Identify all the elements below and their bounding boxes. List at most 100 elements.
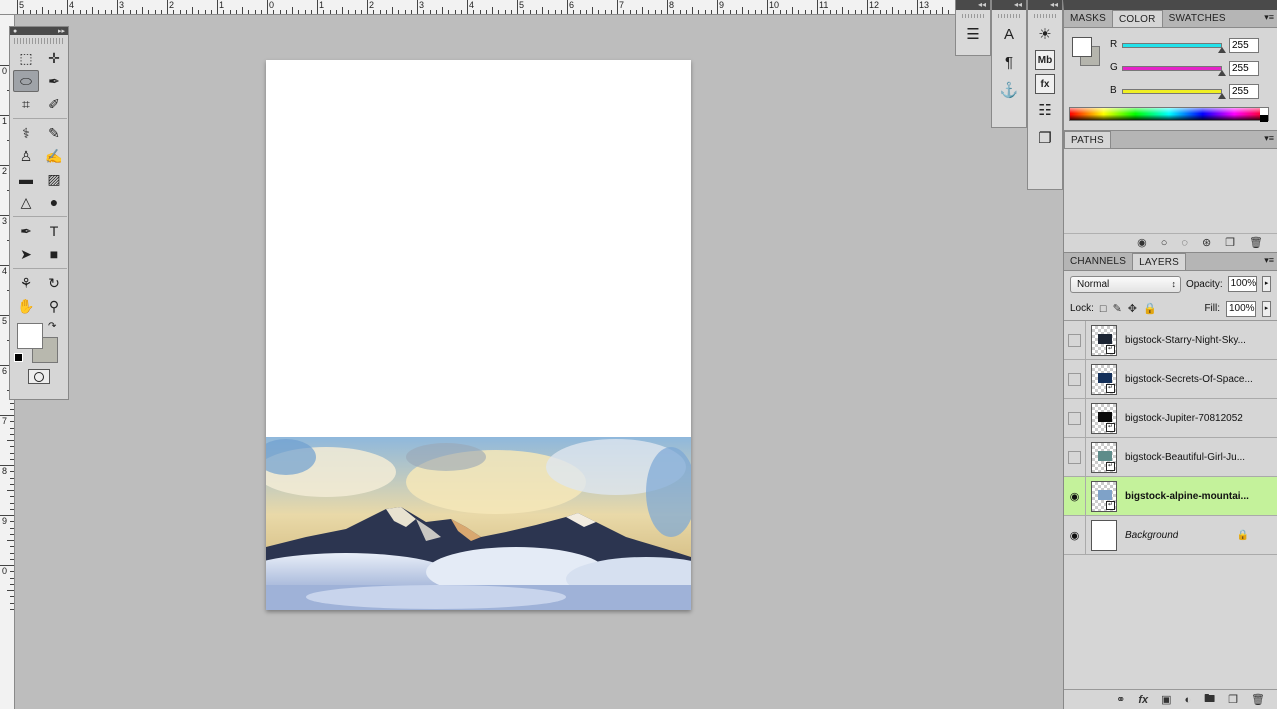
character-panel-icon[interactable]: A xyxy=(996,22,1022,46)
slider-thumb-icon[interactable] xyxy=(1218,93,1226,99)
opacity-input[interactable]: 100% xyxy=(1227,276,1258,292)
slider-thumb-icon[interactable] xyxy=(1218,47,1226,53)
dodge-tool[interactable]: ● xyxy=(41,191,67,213)
channel-slider[interactable] xyxy=(1122,89,1222,94)
paragraph-panel-icon[interactable]: ¶ xyxy=(996,50,1022,74)
document-canvas[interactable] xyxy=(266,60,691,610)
stroke-path-icon[interactable]: ○ xyxy=(1161,237,1168,249)
3d-rotate-tool[interactable]: ⚘ xyxy=(13,272,39,294)
opacity-slider-button[interactable]: ▸ xyxy=(1262,276,1271,292)
fill-slider-button[interactable]: ▸ xyxy=(1262,300,1271,317)
channel-slider[interactable] xyxy=(1122,43,1222,48)
strip-grip[interactable] xyxy=(998,14,1020,18)
layer-row[interactable]: ↵ bigstock-Jupiter-70812052 xyxy=(1064,398,1277,438)
hand-tool[interactable]: ✋ xyxy=(13,295,39,317)
hidden-eye-box[interactable] xyxy=(1068,450,1081,464)
strip-grip[interactable] xyxy=(1034,14,1056,18)
layer-thumbnail[interactable]: ↵ xyxy=(1091,363,1117,395)
layer-style-icon[interactable]: fx xyxy=(1138,694,1148,706)
spot-healing-tool[interactable]: ⚕ xyxy=(13,122,39,144)
hidden-eye-box[interactable] xyxy=(1068,333,1081,347)
close-icon[interactable]: ● xyxy=(13,28,17,35)
layer-thumbnail[interactable]: ↵ xyxy=(1091,480,1117,512)
brush-tool[interactable]: ✎ xyxy=(41,122,67,144)
layer-comps-icon[interactable]: ❐ xyxy=(1032,126,1058,150)
panel-menu-icon[interactable]: ▾≡ xyxy=(1264,133,1274,144)
tab-color[interactable]: COLOR xyxy=(1112,10,1163,27)
channel-value-input[interactable] xyxy=(1229,61,1259,76)
pen-tool[interactable]: ✒ xyxy=(13,220,39,242)
quick-selection-tool[interactable]: ✒ xyxy=(41,70,67,92)
path-selection-tool[interactable]: ➤ xyxy=(13,243,39,265)
crop-tool[interactable]: ⌗ xyxy=(13,93,39,115)
tab-paths[interactable]: PATHS xyxy=(1064,131,1111,148)
visibility-toggle[interactable]: ◉ xyxy=(1064,515,1086,555)
layer-row[interactable]: ↵ bigstock-Beautiful-Girl-Ju... xyxy=(1064,437,1277,477)
layer-thumbnail[interactable]: ↵ xyxy=(1091,441,1117,473)
black-white-ramp[interactable] xyxy=(1260,108,1268,122)
layer-thumbnail[interactable]: ↵ xyxy=(1091,324,1117,356)
visibility-toggle[interactable] xyxy=(1064,359,1086,399)
link-layers-icon[interactable]: ⚭ xyxy=(1116,693,1125,706)
layer-name[interactable]: bigstock-alpine-mountai... xyxy=(1125,491,1249,502)
strip-expand-icon[interactable]: ◂◂ xyxy=(992,0,1026,10)
layer-row[interactable]: ◉ ↵ bigstock-alpine-mountai... xyxy=(1064,476,1277,516)
layer-name[interactable]: bigstock-Starry-Night-Sky... xyxy=(1125,335,1246,346)
lock-pixels-icon[interactable]: ✎ xyxy=(1113,302,1122,315)
quick-mask-button[interactable] xyxy=(28,369,50,384)
lasso-tool[interactable]: ⬭ xyxy=(13,70,39,92)
delete-layer-icon[interactable]: 🗑 xyxy=(1251,693,1265,706)
type-tool[interactable]: T xyxy=(41,220,67,242)
new-path-icon[interactable]: ❐ xyxy=(1225,236,1235,249)
collapse-icon[interactable]: ▸▸ xyxy=(58,27,65,35)
tab-channels[interactable]: CHANNELS xyxy=(1064,253,1132,270)
fill-input[interactable]: 100% xyxy=(1226,300,1256,317)
gradient-tool[interactable]: ▨ xyxy=(41,168,67,190)
add-mask-icon[interactable]: ▣ xyxy=(1161,693,1171,706)
visibility-toggle[interactable] xyxy=(1064,398,1086,438)
notes-panel-icon[interactable]: ☷ xyxy=(1032,98,1058,122)
new-group-icon[interactable]: 🖿 xyxy=(1204,690,1215,709)
load-path-selection-icon[interactable]: ◌ xyxy=(1181,237,1188,249)
delete-path-icon[interactable]: 🗑 xyxy=(1249,236,1263,249)
rectangle-shape-tool[interactable]: ■ xyxy=(41,243,67,265)
eyedropper-tool[interactable]: ✐ xyxy=(41,93,67,115)
clone-stamp-tool[interactable]: ♙ xyxy=(13,145,39,167)
lock-position-icon[interactable]: ✥ xyxy=(1128,302,1137,315)
styles-panel-icon[interactable]: fx xyxy=(1035,74,1055,94)
layer-row[interactable]: ↵ bigstock-Secrets-Of-Space... xyxy=(1064,359,1277,399)
tab-swatches[interactable]: SWATCHES xyxy=(1163,10,1232,27)
strip-expand-icon[interactable]: ◂◂ xyxy=(1028,0,1062,10)
layer-name[interactable]: bigstock-Secrets-Of-Space... xyxy=(1125,374,1253,385)
strip-expand-icon[interactable]: ◂◂ xyxy=(956,0,990,10)
history-brush-tool[interactable]: ✍ xyxy=(41,145,67,167)
layer-name[interactable]: bigstock-Jupiter-70812052 xyxy=(1125,413,1243,424)
panel-menu-icon[interactable]: ▾≡ xyxy=(1264,12,1274,23)
lock-all-icon[interactable]: 🔒 xyxy=(1143,302,1157,315)
layer-row[interactable]: ↵ bigstock-Starry-Night-Sky... xyxy=(1064,320,1277,360)
tools-grip[interactable] xyxy=(14,38,64,44)
zoom-tool[interactable]: ⚲ xyxy=(41,295,67,317)
layer-name[interactable]: bigstock-Beautiful-Girl-Ju... xyxy=(1125,452,1245,463)
color-spectrum-ramp[interactable] xyxy=(1069,107,1269,122)
mini-bridge-icon[interactable]: Mb xyxy=(1035,50,1055,70)
hidden-eye-box[interactable] xyxy=(1068,411,1081,425)
layer-thumbnail[interactable] xyxy=(1091,519,1117,551)
foreground-color-swatch[interactable] xyxy=(17,323,43,349)
new-layer-icon[interactable]: ❐ xyxy=(1228,693,1238,706)
visibility-toggle[interactable]: ◉ xyxy=(1064,476,1086,516)
tool-presets-icon[interactable]: ☰ xyxy=(960,22,986,46)
lock-transparency-icon[interactable]: □ xyxy=(1100,303,1107,315)
panel-menu-icon[interactable]: ▾≡ xyxy=(1264,255,1274,266)
move-tool[interactable]: ✛ xyxy=(41,47,67,69)
slider-thumb-icon[interactable] xyxy=(1218,70,1226,76)
visibility-toggle[interactable] xyxy=(1064,437,1086,477)
layer-row[interactable]: ◉ Background 🔒 xyxy=(1064,515,1277,555)
fill-path-icon[interactable]: ◉ xyxy=(1137,236,1147,249)
rect-marquee-tool[interactable]: ⬚ xyxy=(13,47,39,69)
adjustment-layer-icon[interactable]: ◐ xyxy=(1185,694,1192,706)
layer-name[interactable]: Background xyxy=(1125,530,1178,541)
strip-grip[interactable] xyxy=(962,14,984,18)
layer-thumbnail[interactable]: ↵ xyxy=(1091,402,1117,434)
3d-orbit-tool[interactable]: ↻ xyxy=(41,272,67,294)
